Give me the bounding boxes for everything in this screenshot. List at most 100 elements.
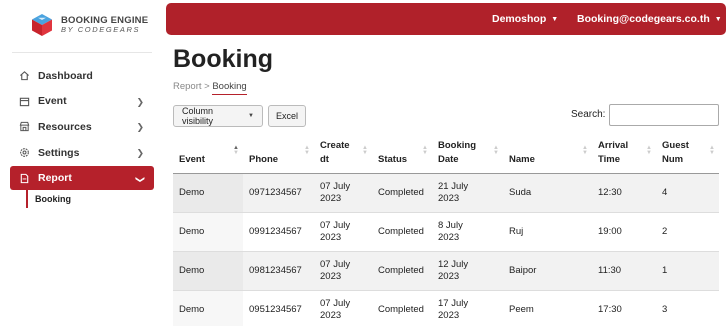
gear-icon [18,147,30,159]
cell-text: 07 July [320,298,351,310]
sort-icon: ▲ ▼ [304,144,310,157]
brand-subtitle: BY CODEGEARS [61,25,141,35]
cell-text: 12 July [438,259,469,271]
cell-booking-date: 17 July 2023 [432,290,503,326]
cell-status: Completed [372,251,432,291]
table-row[interactable]: Demo 0971234567 07 July 2023 Completed 21… [173,173,719,213]
cell-event: Demo [173,173,243,213]
cell-create-dt: 07 July 2023 [314,290,372,326]
booking-engine-logo-icon [32,14,52,36]
sidebar-item-label: Event [38,95,67,108]
header-label: Arrival [598,139,629,151]
cell-name: Baipor [503,251,592,291]
cell-text: 2023 [438,231,460,243]
cell-create-dt: 07 July 2023 [314,173,372,213]
header-label: Guest [662,139,689,151]
caret-down-icon: ▼ [714,16,722,23]
cell-text: 2023 [320,231,342,243]
sidebar-item-report[interactable]: Report ❯ [10,166,154,191]
table-row[interactable]: Demo 0991234567 07 July 2023 Completed 8 … [173,212,719,252]
cell-phone: 0991234567 [243,212,314,252]
cell-status: Completed [372,212,432,252]
column-header-create-dt[interactable]: Create dt ▲ ▼ [314,135,372,174]
cell-guest-num: 4 [656,173,719,213]
sidebar-item-event[interactable]: Event ❯ [10,89,154,115]
cell-phone: 0951234567 [243,290,314,326]
header-label: Num [662,153,684,165]
sort-icon: ▲ ▼ [362,144,368,157]
cell-text: 2023 [438,270,460,282]
cell-text: 8 July [438,220,463,232]
cell-text: 2023 [320,270,342,282]
cell-booking-date: 8 July 2023 [432,212,503,252]
excel-button[interactable]: Excel [268,105,306,127]
cell-text: 2023 [438,192,460,204]
table-row[interactable]: Demo 0951234567 07 July 2023 Completed 17… [173,290,719,326]
brand-divider [12,52,152,53]
breadcrumb-parent[interactable]: Report [173,81,202,92]
sidebar-item-label: Settings [38,146,80,159]
cell-phone: 0981234567 [243,251,314,291]
caret-down-icon: ▼ [248,113,254,119]
table-row[interactable]: Demo 0981234567 07 July 2023 Completed 12… [173,251,719,291]
header-label: Time [598,153,621,165]
sidebar-subitem-booking[interactable]: Booking [26,190,71,208]
cell-text: 2023 [320,309,342,321]
cell-text: 07 July [320,220,351,232]
column-header-name[interactable]: Name ▲ ▼ [503,135,592,174]
cell-arrival-time: 17:30 [592,290,656,326]
cell-event: Demo [173,290,243,326]
sort-icon: ▲ ▼ [582,144,588,157]
sidebar-nav: Dashboard Event ❯ Resources ❯ Settings ❯ [10,63,154,191]
cell-create-dt: 07 July 2023 [314,251,372,291]
sidebar-item-settings[interactable]: Settings ❯ [10,140,154,166]
sort-icon: ▲ ▼ [709,144,715,157]
breadcrumb: Report > Booking [173,81,247,95]
cell-text: 2023 [438,309,460,321]
chevron-down-icon: ❯ [135,176,146,184]
sidebar-item-resources[interactable]: Resources ❯ [10,114,154,140]
column-header-arrival-time[interactable]: Arrival Time ▲ ▼ [592,135,656,174]
sort-icon: ▲ ▼ [422,144,428,157]
cell-phone: 0971234567 [243,173,314,213]
column-header-event[interactable]: Event ▲ ▼ [173,135,243,174]
cell-booking-date: 21 July 2023 [432,173,503,213]
excel-label: Excel [275,111,298,121]
user-dropdown[interactable]: Booking@codegears.co.th ▼ [577,13,722,25]
user-email: Booking@codegears.co.th [577,13,710,25]
sort-icon: ▲ ▼ [493,144,499,157]
cell-name: Suda [503,173,592,213]
caret-down-icon: ▼ [551,16,559,23]
cell-create-dt: 07 July 2023 [314,212,372,252]
cell-name: Ruj [503,212,592,252]
sidebar-item-dashboard[interactable]: Dashboard [10,63,154,89]
cell-text: 07 July [320,181,351,193]
column-header-status[interactable]: Status ▲ ▼ [372,135,432,174]
brand[interactable]: BOOKING ENGINE BY CODEGEARS [31,13,148,37]
cell-status: Completed [372,173,432,213]
page-title: Booking [173,45,273,73]
column-visibility-label: Column visibility [182,106,214,126]
cell-text: 07 July [320,259,351,271]
document-icon [18,172,30,184]
sidebar: BOOKING ENGINE BY CODEGEARS Dashboard Ev… [0,0,160,326]
shop-name: Demoshop [492,13,547,25]
cell-booking-date: 12 July 2023 [432,251,503,291]
column-header-phone[interactable]: Phone ▲ ▼ [243,135,314,174]
breadcrumb-current: Booking [212,81,247,95]
sort-icon: ▲ ▼ [646,144,652,157]
cell-event: Demo [173,251,243,291]
chevron-right-icon: ❯ [136,147,144,158]
cell-guest-num: 1 [656,251,719,291]
column-header-guest-num[interactable]: Guest Num ▲ ▼ [656,135,719,174]
search-input[interactable] [609,104,719,126]
chevron-right-icon: ❯ [136,96,144,107]
header-label: Create [320,139,350,151]
column-visibility-button[interactable]: Column visibility ▼ [173,105,263,127]
column-header-booking-date[interactable]: Booking Date ▲ ▼ [432,135,503,174]
cell-text: 21 July [438,181,469,193]
table-header-row: Event ▲ ▼ Phone ▲ ▼ Create dt ▲ ▼ Status ▲ ▼ Book… [173,135,719,174]
chevron-right-icon: ❯ [136,122,144,133]
cell-event: Demo [173,212,243,252]
shop-dropdown[interactable]: Demoshop ▼ [492,13,558,25]
